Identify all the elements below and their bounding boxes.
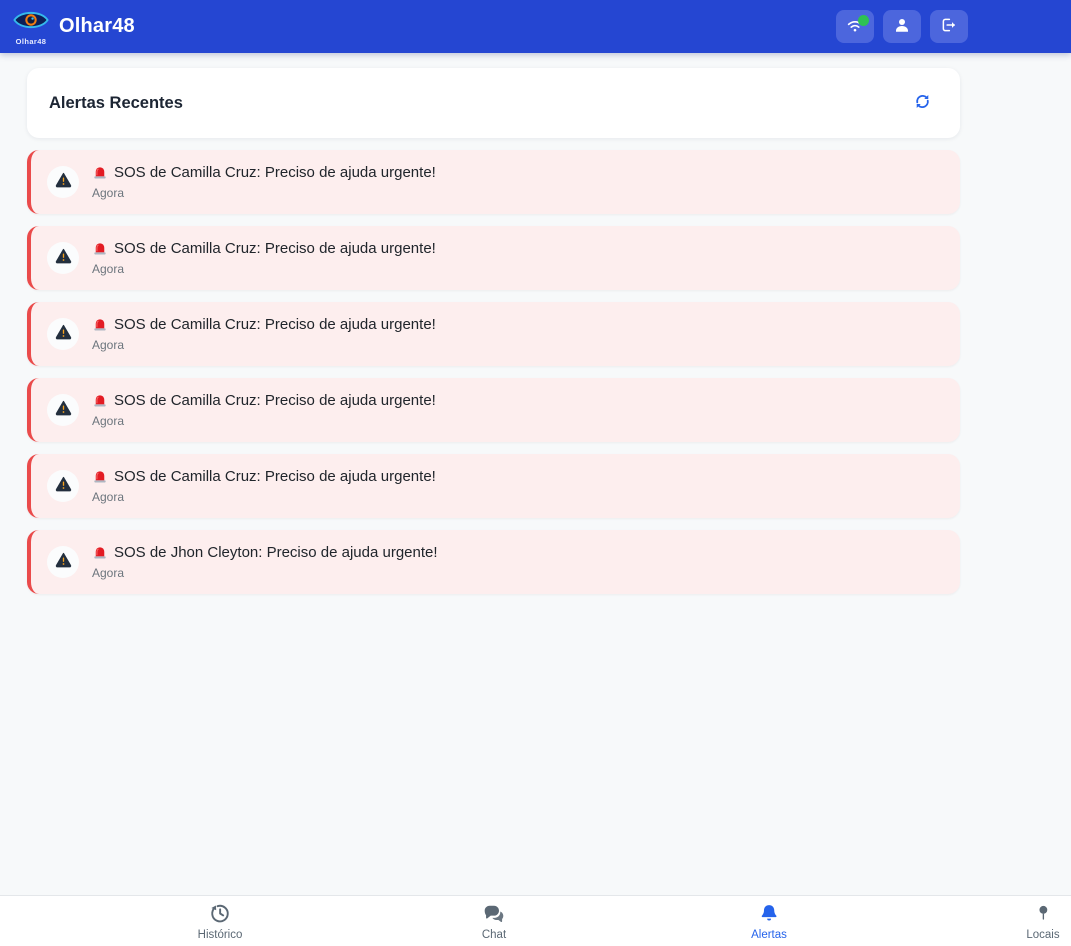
nav-item-alertas[interactable]: Alertas [745,902,793,942]
siren-icon [92,241,108,257]
nav-item-label: Alertas [751,929,787,941]
warning-triangle-icon [55,399,72,421]
alert-message: SOS de Camilla Cruz: Preciso de ajuda ur… [114,164,436,182]
alert-body: SOS de Jhon Cleyton: Preciso de ajuda ur… [92,544,438,580]
alert-item[interactable]: SOS de Camilla Cruz: Preciso de ajuda ur… [27,226,960,290]
alert-message: SOS de Camilla Cruz: Preciso de ajuda ur… [114,240,436,258]
user-icon [893,16,911,37]
alert-message: SOS de Jhon Cleyton: Preciso de ajuda ur… [114,544,438,562]
logout-icon [940,16,958,37]
profile-button[interactable] [883,10,921,43]
alert-body: SOS de Camilla Cruz: Preciso de ajuda ur… [92,316,436,352]
alert-message: SOS de Camilla Cruz: Preciso de ajuda ur… [114,316,436,334]
alert-item[interactable]: SOS de Camilla Cruz: Preciso de ajuda ur… [27,302,960,366]
alert-badge [47,546,79,578]
nav-item-label: Histórico [198,929,243,941]
bottom-nav: Histórico Chat Alertas Locais [0,895,1071,946]
alert-body: SOS de Camilla Cruz: Preciso de ajuda ur… [92,392,436,428]
logout-button[interactable] [930,10,968,43]
alert-time: Agora [92,186,436,200]
nav-item-label: Locais [1026,929,1059,941]
alert-message-row: SOS de Camilla Cruz: Preciso de ajuda ur… [92,164,436,182]
alert-item[interactable]: SOS de Jhon Cleyton: Preciso de ajuda ur… [27,530,960,594]
warning-triangle-icon [55,551,72,573]
refresh-button[interactable] [910,89,935,117]
nav-item-locais[interactable]: Locais [1020,902,1065,942]
warning-triangle-icon [55,171,72,193]
app-logo: Olhar48 [12,7,50,46]
pin-icon [1033,902,1053,928]
warning-triangle-icon [55,323,72,345]
eye-logo-icon [12,7,50,37]
online-status-dot [858,15,869,26]
alert-message-row: SOS de Camilla Cruz: Preciso de ajuda ur… [92,468,436,486]
app-title: Olhar48 [59,15,135,38]
siren-icon [92,469,108,485]
nav-item-label: Chat [482,929,506,941]
panel-title: Alertas Recentes [49,94,183,113]
alert-time: Agora [92,490,436,504]
alert-badge [47,394,79,426]
nav-item-chat[interactable]: Chat [476,902,512,942]
alert-item[interactable]: SOS de Camilla Cruz: Preciso de ajuda ur… [27,150,960,214]
alert-body: SOS de Camilla Cruz: Preciso de ajuda ur… [92,468,436,504]
siren-icon [92,545,108,561]
siren-icon [92,393,108,409]
alerts-panel-header: Alertas Recentes [27,68,960,138]
alert-time: Agora [92,338,436,352]
alert-message-row: SOS de Jhon Cleyton: Preciso de ajuda ur… [92,544,438,562]
alert-body: SOS de Camilla Cruz: Preciso de ajuda ur… [92,164,436,200]
alert-badge [47,318,79,350]
warning-triangle-icon [55,475,72,497]
alerts-list: SOS de Camilla Cruz: Preciso de ajuda ur… [27,150,960,606]
alert-item[interactable]: SOS de Camilla Cruz: Preciso de ajuda ur… [27,378,960,442]
chat-icon [482,903,506,928]
logo-caption: Olhar48 [16,38,47,46]
alert-message-row: SOS de Camilla Cruz: Preciso de ajuda ur… [92,240,436,258]
bell-icon [758,902,780,928]
siren-icon [92,317,108,333]
clock-history-icon [208,902,231,928]
alert-time: Agora [92,262,436,276]
alert-message-row: SOS de Camilla Cruz: Preciso de ajuda ur… [92,392,436,410]
alert-message-row: SOS de Camilla Cruz: Preciso de ajuda ur… [92,316,436,334]
alert-badge [47,166,79,198]
app-header: Olhar48 Olhar48 [0,0,1071,53]
siren-icon [92,165,108,181]
alert-time: Agora [92,566,438,580]
alert-body: SOS de Camilla Cruz: Preciso de ajuda ur… [92,240,436,276]
header-buttons [836,10,968,43]
alert-badge [47,470,79,502]
alert-badge [47,242,79,274]
alert-message: SOS de Camilla Cruz: Preciso de ajuda ur… [114,468,436,486]
nav-item-historico[interactable]: Histórico [192,902,249,942]
alert-time: Agora [92,414,436,428]
refresh-icon [912,91,933,115]
warning-triangle-icon [55,247,72,269]
alert-message: SOS de Camilla Cruz: Preciso de ajuda ur… [114,392,436,410]
connection-status-button[interactable] [836,10,874,43]
alert-item[interactable]: SOS de Camilla Cruz: Preciso de ajuda ur… [27,454,960,518]
